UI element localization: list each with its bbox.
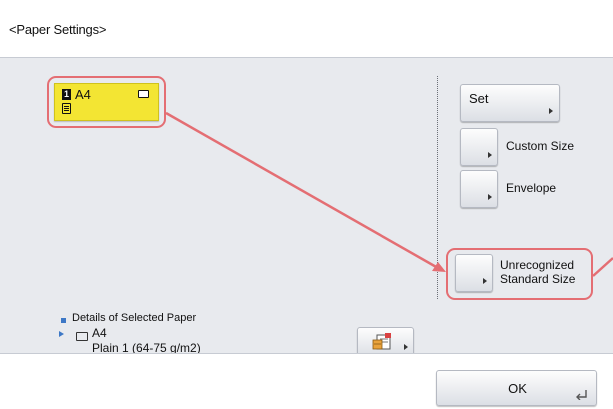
unrecognized-standard-size-button[interactable] (455, 254, 493, 292)
chevron-right-icon (549, 108, 553, 114)
selected-paper-size: A4 (92, 326, 107, 340)
details-of-selected-paper-label: Details of Selected Paper (72, 312, 197, 324)
set-button-label: Set (469, 91, 489, 106)
unrecognized-standard-size-label: Unrecognized Standard Size (500, 258, 576, 286)
envelope-label: Envelope (506, 181, 557, 195)
paper-settings-icon (372, 333, 391, 350)
tray-number: 1 (62, 89, 71, 100)
paper-tray-1-button[interactable]: 1 A4 (54, 83, 159, 121)
set-button[interactable]: Set (460, 84, 560, 122)
paper-icon (76, 332, 88, 341)
paper-icon (138, 90, 149, 98)
paper-stack-icon (62, 103, 71, 114)
return-icon (576, 390, 587, 400)
chevron-right-icon (488, 194, 492, 200)
chevron-right-icon (488, 152, 492, 158)
selection-arrow-icon (59, 331, 64, 337)
header-bar: <Paper Settings> (0, 0, 613, 58)
details-bullet-icon (61, 318, 66, 323)
envelope-button[interactable] (460, 170, 498, 208)
paper-settings-screen: <Paper Settings> 1 A4 Set Custom Size En… (0, 0, 613, 409)
ok-button-label: OK (508, 381, 527, 396)
chevron-right-icon (404, 344, 408, 350)
chevron-right-icon (483, 278, 487, 284)
tray-paper-size: A4 (75, 87, 91, 102)
custom-size-button[interactable] (460, 128, 498, 166)
page-title: <Paper Settings> (9, 22, 107, 37)
ok-button[interactable]: OK (436, 370, 597, 406)
vertical-divider (437, 76, 438, 299)
custom-size-label: Custom Size (506, 139, 575, 153)
